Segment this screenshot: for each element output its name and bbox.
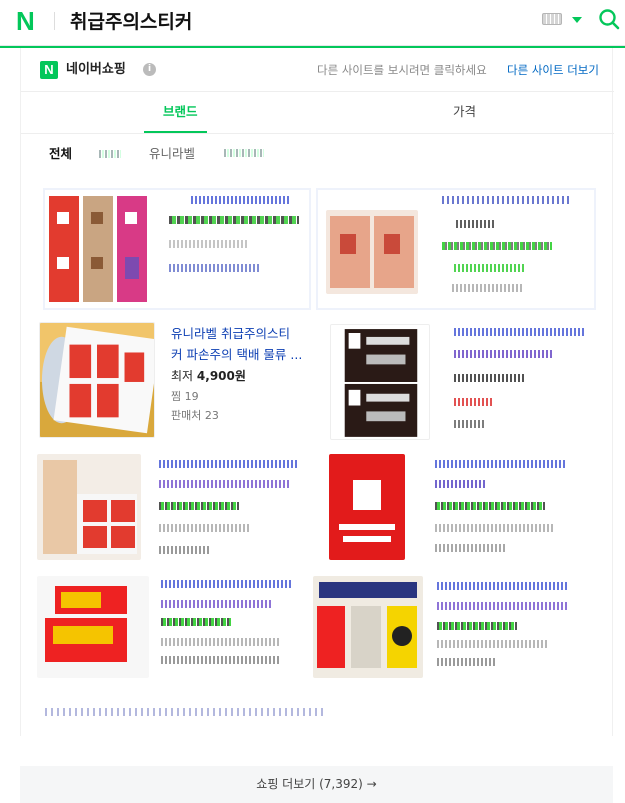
product-info-blurred	[435, 460, 585, 560]
product-title[interactable]: 유니라벨 취급주의스티	[171, 323, 290, 344]
search-query[interactable]: 취급주의스티커	[70, 7, 192, 37]
product-info-blurred	[159, 460, 309, 560]
product-card[interactable]	[37, 576, 317, 682]
shopping-header: N 네이버쇼핑 i 다른 사이트를 보시려면 클릭하세요 다른 사이트 더보기	[21, 48, 614, 92]
price-value: 4,900원	[196, 369, 246, 383]
shopping-card: N 네이버쇼핑 i 다른 사이트를 보시려면 클릭하세요 다른 사이트 더보기 …	[20, 48, 614, 736]
shopping-title[interactable]: 네이버쇼핑	[66, 60, 126, 80]
product-card[interactable]	[316, 188, 596, 310]
tab-brand[interactable]: 브랜드	[163, 102, 198, 122]
more-shopping-bar[interactable]: 쇼핑 더보기 (7,392) →	[20, 766, 613, 803]
product-thumbnail[interactable]	[326, 210, 418, 294]
triangle-down-icon[interactable]	[572, 17, 582, 23]
product-info-blurred	[161, 580, 311, 680]
product-thumbnail[interactable]	[37, 576, 149, 678]
tab-price[interactable]: 가격	[453, 102, 476, 122]
naver-shopping-logo: N	[40, 61, 58, 79]
keyboard-icon[interactable]	[542, 13, 562, 25]
product-card[interactable]	[330, 324, 602, 442]
product-info-blurred	[169, 196, 299, 296]
more-shopping-link[interactable]: 쇼핑 더보기 (7,392) →	[20, 774, 613, 794]
header-divider	[54, 12, 55, 30]
naver-logo[interactable]: N	[16, 8, 42, 34]
chip-blurred[interactable]	[99, 150, 121, 158]
more-shopping-label: 쇼핑 더보기 (7,392)	[256, 777, 363, 791]
product-thumbnail[interactable]	[330, 324, 430, 440]
price-prefix: 최저	[171, 369, 194, 383]
other-sites-text: 다른 사이트를 보시려면 클릭하세요	[317, 63, 487, 77]
brand-chips: 전체 유니라벨	[21, 134, 614, 174]
wish-count: 찜 19	[171, 390, 199, 403]
product-card[interactable]	[329, 454, 599, 566]
product-thumbnail[interactable]	[37, 454, 141, 560]
info-icon[interactable]: i	[143, 63, 156, 76]
product-thumbnail[interactable]	[329, 454, 405, 560]
product-title[interactable]: 커 파손주의 택배 물류 ...	[171, 344, 302, 365]
product-info-blurred	[454, 328, 594, 438]
notice-blurred	[45, 708, 325, 716]
product-thumbnail[interactable]	[313, 576, 423, 678]
filter-tabs: 브랜드 가격	[21, 92, 614, 134]
product-price: 최저 4,900원	[171, 367, 246, 385]
product-thumbnail[interactable]	[47, 192, 151, 306]
arrow-right-icon: →	[366, 777, 377, 791]
chip-blurred[interactable]	[224, 149, 264, 157]
chip-all[interactable]: 전체	[49, 145, 72, 163]
product-card[interactable]	[37, 454, 317, 566]
search-header: N 취급주의스티커	[0, 0, 625, 46]
product-thumbnail[interactable]	[39, 322, 155, 438]
product-card[interactable]	[43, 188, 311, 310]
other-sites-link[interactable]: 다른 사이트 더보기	[507, 62, 599, 78]
product-info-blurred	[437, 582, 587, 674]
seller-count: 판매처 23	[171, 409, 219, 422]
product-card[interactable]	[313, 576, 603, 682]
active-tab-indicator	[144, 131, 207, 133]
chip-unilabel[interactable]: 유니라벨	[149, 145, 195, 163]
product-card[interactable]: 유니라벨 취급주의스티 커 파손주의 택배 물류 ... 최저 4,900원 찜…	[39, 322, 319, 442]
product-info-blurred	[442, 196, 582, 306]
search-icon[interactable]	[598, 8, 620, 30]
